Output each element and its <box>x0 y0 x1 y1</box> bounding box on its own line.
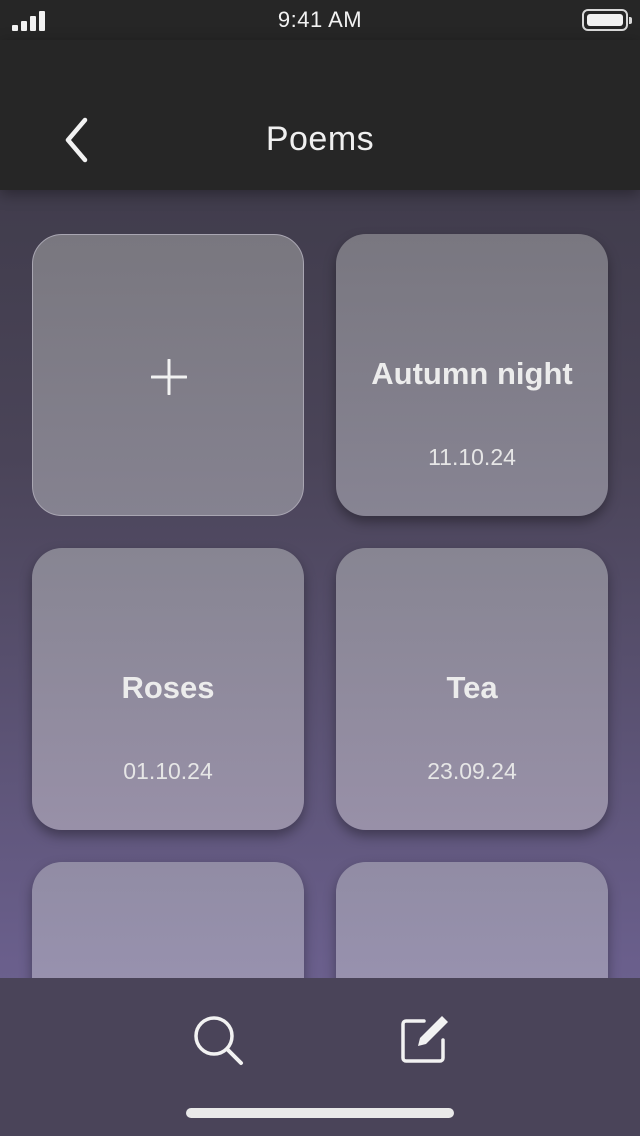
plus-icon <box>151 359 187 395</box>
page-title: Poems <box>265 120 375 158</box>
status-bar: 9:41 AM <box>0 0 640 40</box>
poem-title: Tea <box>446 670 498 705</box>
poem-card[interactable]: Autumn night 11.10.24 <box>336 234 608 516</box>
poem-title: Autumn night <box>371 356 573 391</box>
poem-date: 01.10.24 <box>123 758 213 784</box>
home-indicator[interactable] <box>186 1108 454 1118</box>
poem-card[interactable]: Tea 23.09.24 <box>336 548 608 830</box>
compose-button[interactable] <box>398 1012 452 1066</box>
poem-date: 11.10.24 <box>428 444 516 470</box>
search-icon <box>194 1016 243 1065</box>
battery-icon <box>582 9 632 31</box>
poem-title: Roses <box>121 670 215 705</box>
add-poem-card[interactable] <box>32 234 304 516</box>
compose-icon <box>401 1016 448 1063</box>
poem-date: 23.09.24 <box>427 758 517 784</box>
poems-screen: 9:41 AM Poems Autumn night 11.10.24 Rose… <box>0 0 640 1136</box>
search-button[interactable] <box>190 1012 248 1070</box>
status-time: 9:41 AM <box>277 7 363 32</box>
tab-bar <box>0 978 640 1136</box>
poem-card[interactable]: Roses 01.10.24 <box>32 548 304 830</box>
header: Poems <box>0 40 640 190</box>
